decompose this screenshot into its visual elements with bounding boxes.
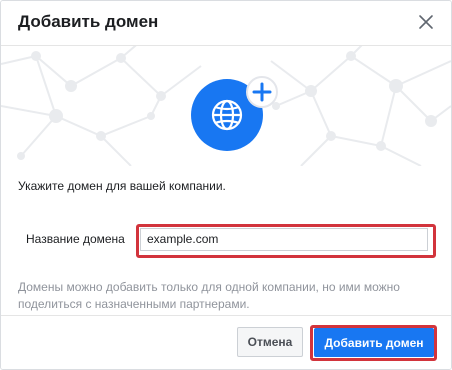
dialog-title: Добавить домен [18,12,159,31]
domain-input[interactable]: example.com [140,228,428,251]
add-domain-dialog: Добавить домен Укажите домен для вашей к… [0,0,452,370]
hero-illustration [1,46,451,166]
add-domain-button[interactable]: Добавить домен [314,328,434,357]
domain-illustration [191,75,278,153]
plus-icon [246,76,278,108]
help-note: Домены можно добавить только для одной к… [18,280,400,311]
close-icon[interactable] [417,13,435,31]
domain-field-label: Название домена [26,232,125,246]
cancel-button[interactable]: Отмена [237,327,303,357]
dialog-header: Добавить домен [1,1,451,46]
instruction-text: Укажите домен для вашей компании. [18,179,226,193]
